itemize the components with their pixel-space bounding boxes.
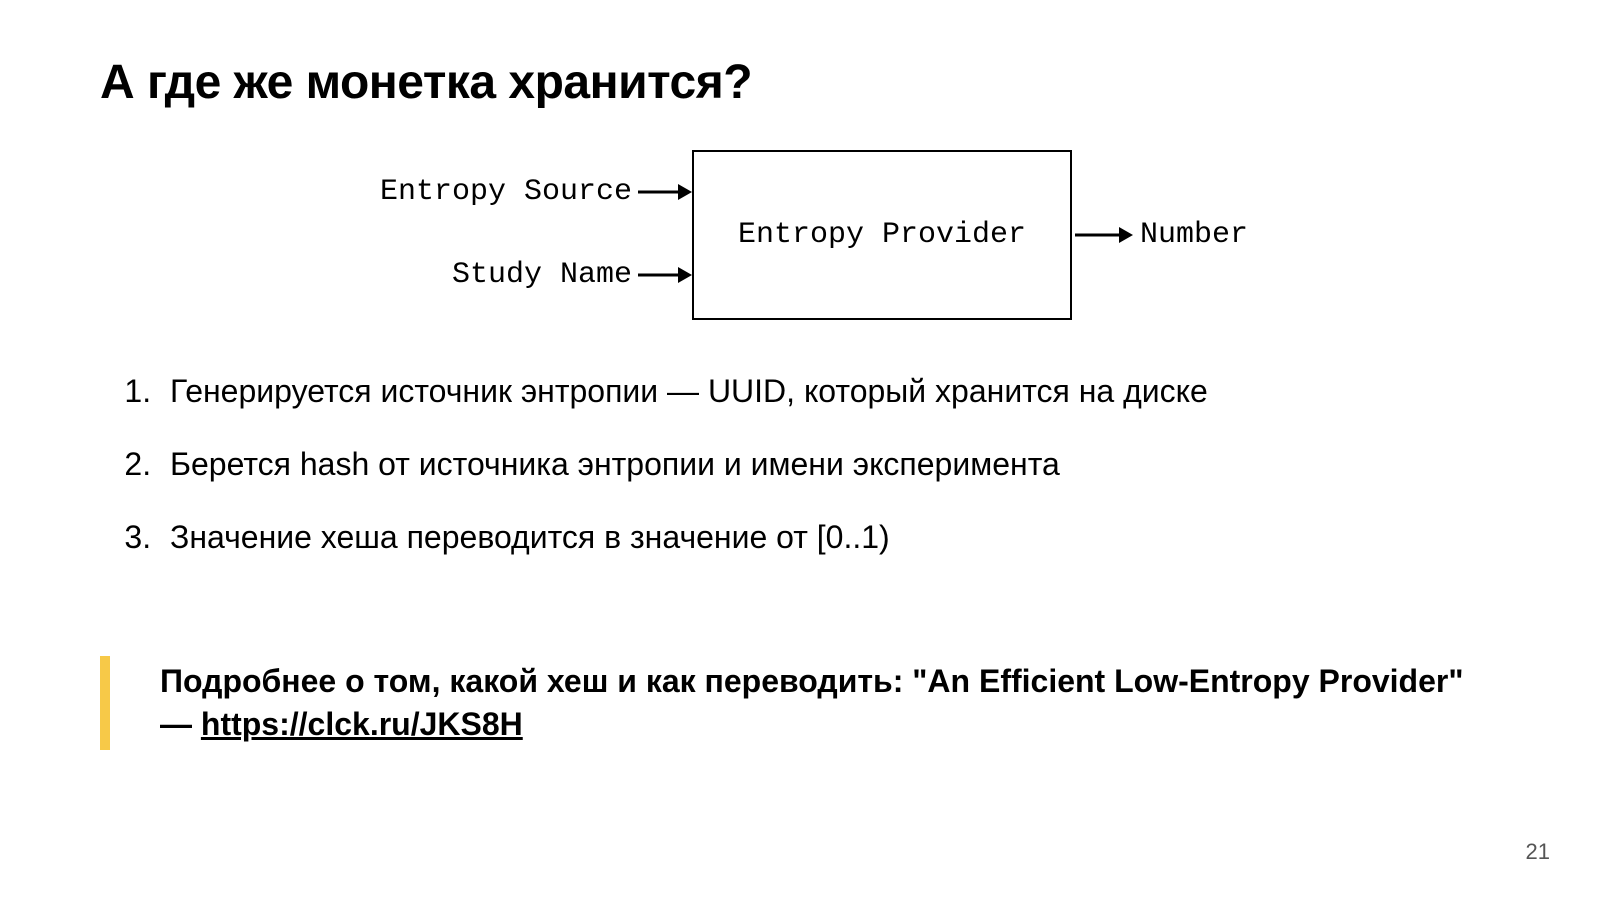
slide: А где же монетка хранится? Entropy Sourc… (0, 0, 1600, 900)
reference-callout: Подробнее о том, какой хеш и как перевод… (100, 656, 1500, 750)
steps-list: Генерируется источник энтропии — UUID, к… (100, 370, 1500, 560)
arrow-icon (638, 182, 692, 202)
entropy-diagram: Entropy Source Study Name Entropy Provid… (300, 150, 1300, 340)
callout-link[interactable]: https://clck.ru/JKS8H (201, 706, 523, 742)
page-number: 21 (1526, 839, 1550, 865)
list-item: Генерируется источник энтропии — UUID, к… (160, 370, 1500, 413)
diagram-input-entropy-source: Entropy Source (330, 175, 632, 209)
diagram-input-study-name: Study Name (330, 258, 632, 292)
arrow-icon (638, 265, 692, 285)
list-item: Берется hash от источника энтропии и име… (160, 443, 1500, 486)
slide-title: А где же монетка хранится? (100, 55, 1500, 110)
diagram-output-number: Number (1140, 218, 1248, 252)
diagram-box-entropy-provider: Entropy Provider (692, 150, 1072, 320)
list-item: Значение хеша переводится в значение от … (160, 516, 1500, 559)
arrow-icon (1075, 225, 1133, 245)
diagram-box-label: Entropy Provider (738, 218, 1026, 252)
